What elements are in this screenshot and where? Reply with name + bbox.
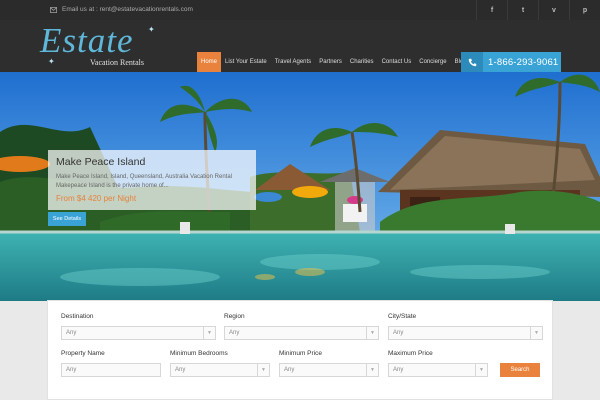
phone-number: 1-866-293-9061	[488, 56, 559, 68]
phone-contact[interactable]: 1-866-293-9061	[461, 52, 561, 72]
region-value: Any	[229, 330, 240, 336]
logo-subtitle: Vacation Rentals	[90, 58, 144, 67]
nav-item-charities[interactable]: Charities	[346, 52, 378, 72]
phone-icon	[461, 52, 483, 72]
min-bedrooms-select[interactable]: Any ▼	[170, 363, 270, 377]
min-bedrooms-value: Any	[175, 367, 186, 373]
city-state-select[interactable]: Any ▼	[388, 326, 543, 340]
chevron-down-icon: ▼	[366, 327, 378, 339]
destination-select[interactable]: Any ▼	[61, 326, 216, 340]
chevron-down-icon: ▼	[203, 327, 215, 339]
nav-item-partners[interactable]: Partners	[315, 52, 346, 72]
region-select[interactable]: Any ▼	[224, 326, 379, 340]
email-contact[interactable]: Email us at : rent@estatevacationrentals…	[50, 6, 193, 13]
site-header: Estate ✦ ✦ Vacation Rentals Home List Yo…	[0, 20, 600, 72]
max-price-label: Maximum Price	[388, 350, 433, 357]
property-name-label: Property Name	[61, 350, 105, 357]
logo-word: Estate	[40, 21, 134, 60]
property-description: Make Peace Island, Island, Queensland, A…	[56, 174, 232, 189]
city-state-value: Any	[393, 330, 404, 336]
see-details-button[interactable]: See Details	[48, 212, 86, 226]
chevron-down-icon: ▼	[475, 364, 487, 376]
max-price-select[interactable]: Any ▼	[388, 363, 488, 377]
nav-item-concierge[interactable]: Concierge	[415, 52, 450, 72]
chevron-down-icon: ▼	[257, 364, 269, 376]
facebook-icon[interactable]: f	[476, 0, 507, 20]
nav-item-list-your-estate[interactable]: List Your Estate	[221, 52, 271, 72]
pinterest-icon[interactable]: p	[569, 0, 600, 20]
property-price: From $4 420 per Night	[56, 194, 137, 203]
site-logo[interactable]: Estate ✦ ✦ Vacation Rentals	[40, 21, 165, 71]
destination-value: Any	[66, 330, 77, 336]
chevron-down-icon: ▼	[530, 327, 542, 339]
hero-banner: Make Peace Island Make Peace Island, Isl…	[0, 72, 600, 301]
social-links: f t v p	[476, 0, 600, 20]
property-name-placeholder: Any	[66, 367, 77, 373]
min-price-select[interactable]: Any ▼	[279, 363, 379, 377]
envelope-icon	[50, 6, 57, 13]
sparkle-icon: ✦	[48, 57, 55, 66]
chevron-down-icon: ▼	[366, 364, 378, 376]
region-label: Region	[224, 313, 245, 320]
search-button[interactable]: Search	[500, 363, 540, 377]
nav-item-home[interactable]: Home	[197, 52, 222, 72]
min-bedrooms-label: Minimum Bedrooms	[170, 350, 228, 357]
email-text: Email us at : rent@estatevacationrentals…	[62, 6, 193, 13]
property-title[interactable]: Make Peace Island	[56, 156, 248, 168]
destination-label: Destination	[61, 313, 94, 320]
max-price-value: Any	[393, 367, 404, 373]
nav-item-contact-us[interactable]: Contact Us	[378, 52, 416, 72]
property-search-form: Destination Any ▼ Region Any ▼ City/Stat…	[47, 300, 553, 400]
main-nav: Home List Your Estate Travel Agents Part…	[197, 52, 471, 72]
min-price-label: Minimum Price	[279, 350, 322, 357]
nav-item-travel-agents[interactable]: Travel Agents	[271, 52, 315, 72]
top-bar: Email us at : rent@estatevacationrentals…	[0, 0, 600, 20]
city-state-label: City/State	[388, 313, 417, 320]
vimeo-icon[interactable]: v	[538, 0, 569, 20]
featured-property-card: Make Peace Island Make Peace Island, Isl…	[48, 150, 256, 210]
twitter-icon[interactable]: t	[507, 0, 538, 20]
min-price-value: Any	[284, 367, 295, 373]
property-name-input[interactable]: Any	[61, 363, 161, 377]
sparkle-icon: ✦	[148, 25, 155, 34]
